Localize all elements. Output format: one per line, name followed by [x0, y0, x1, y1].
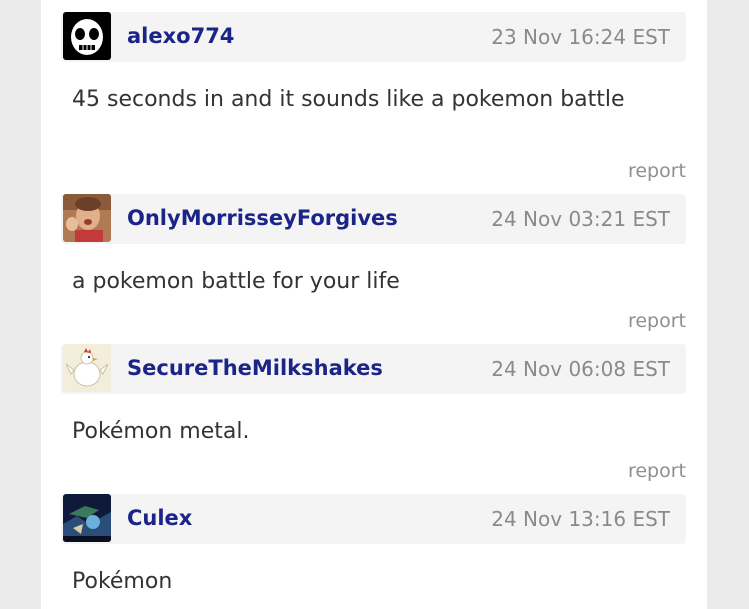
username-link[interactable]: Culex	[127, 506, 192, 530]
comment-header: OnlyMorrisseyForgives 24 Nov 03:21 EST	[61, 194, 686, 244]
child-photo-avatar[interactable]	[63, 194, 111, 242]
chicken-avatar[interactable]	[63, 344, 111, 392]
report-link[interactable]: report	[628, 160, 686, 182]
comment-timestamp: 24 Nov 03:21 EST	[491, 207, 670, 231]
comment-body: Pokémon metal.	[72, 419, 250, 444]
comment-timestamp: 23 Nov 16:24 EST	[491, 25, 670, 49]
report-link[interactable]: report	[628, 310, 686, 332]
comment-body: a pokemon battle for your life	[72, 269, 400, 294]
comment-thread: alexo774 23 Nov 16:24 EST 45 seconds in …	[41, 0, 707, 609]
panda-skull-avatar[interactable]	[63, 12, 111, 60]
username-link[interactable]: SecureTheMilkshakes	[127, 356, 383, 380]
comment-header: SecureTheMilkshakes 24 Nov 06:08 EST	[61, 344, 686, 394]
report-link[interactable]: report	[628, 460, 686, 482]
comment-body: Pokémon	[72, 569, 173, 594]
comment-timestamp: 24 Nov 13:16 EST	[491, 507, 670, 531]
game-art-avatar[interactable]	[63, 494, 111, 542]
username-link[interactable]: OnlyMorrisseyForgives	[127, 206, 398, 230]
comment-body: 45 seconds in and it sounds like a pokem…	[72, 87, 625, 112]
username-link[interactable]: alexo774	[127, 24, 234, 48]
comment-timestamp: 24 Nov 06:08 EST	[491, 357, 670, 381]
comment-header: Culex 24 Nov 13:16 EST	[61, 494, 686, 544]
comment-header: alexo774 23 Nov 16:24 EST	[61, 12, 686, 62]
